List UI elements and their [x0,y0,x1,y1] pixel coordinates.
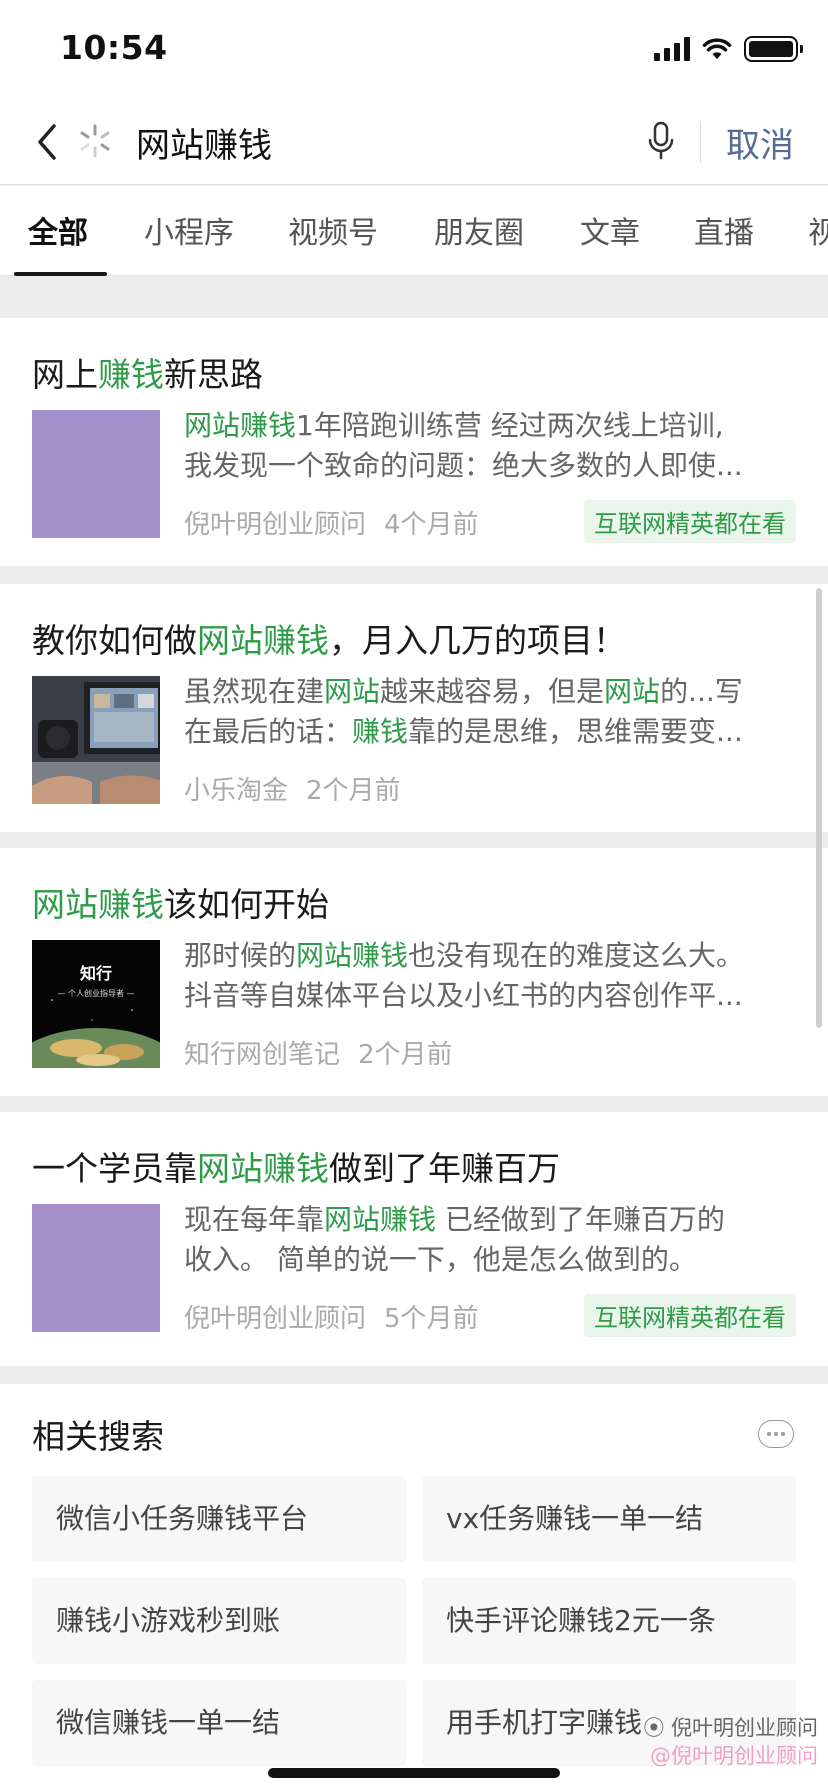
tab-all[interactable]: 全部 [28,208,88,252]
result-snippet: 现在每年靠网站赚钱 已经做到了年赚百万的 收入。 简单的说一下，他是怎么做到的。 [184,1203,725,1276]
tab-live[interactable]: 直播 [694,208,754,252]
related-searches-title: 相关搜索 [32,1417,164,1456]
result-thumbnail [32,410,160,538]
zhixing-cover-thumbnail: 知行 — 个人创业指导者 — [32,940,160,1068]
watermark-account: ⦿ 倪叶明创业顾问 [643,1716,818,1740]
tab-mini-programs[interactable]: 小程序 [144,208,234,252]
back-arrow-icon[interactable] [28,120,68,164]
thumbnail-subtitle: — 个人创业指导者 — [57,989,135,998]
result-meta: 小乐淘金 2个月前 [184,770,401,807]
search-results-screen: 10:54 网站赚钱 取消 全部 小程序 视频号 朋友圈 文章 直播 视 网上赚… [0,0,828,1792]
result-title: 教你如何做网站赚钱，月入几万的项目！ [32,621,626,660]
search-input[interactable]: 网站赚钱 [136,118,272,167]
tab-moments[interactable]: 朋友圈 [434,208,524,252]
header-divider [700,122,701,162]
thumbnail-title: 知行 [79,964,112,983]
result-card[interactable]: 一个学员靠网站赚钱做到了年赚百万 现在每年靠网站赚钱 已经做到了年赚百万的 收入… [0,1112,828,1366]
status-icons [654,36,803,62]
wechat-logo-icon: ⦿ [643,1716,671,1740]
filter-tabs: 全部 小程序 视频号 朋友圈 文章 直播 视 [0,186,828,276]
result-card[interactable]: 网上赚钱新思路 网站赚钱1年陪跑训练营 经过两次线上培训, 我发现一个致命的问题… [0,318,828,566]
result-snippet: 那时候的网站赚钱也没有现在的难度这么大。 抖音等自媒体平台以及小红书的内容创作平… [184,939,745,1012]
status-time: 10:54 [60,28,168,67]
loading-spinner-icon [80,124,110,158]
wifi-icon [702,38,732,59]
result-source: 倪叶明创业顾问 [184,510,367,540]
tab-channels[interactable]: 视频号 [288,208,378,252]
status-bar: 10:54 [0,0,828,100]
related-search-chip[interactable]: 微信赚钱一单一结 [32,1680,406,1766]
home-indicator[interactable] [268,1768,560,1778]
result-title: 网上赚钱新思路 [32,355,263,394]
result-time: 4个月前 [384,510,479,540]
related-search-chip[interactable]: 微信小任务赚钱平台 [32,1476,406,1562]
related-search-chip[interactable]: 赚钱小游戏秒到账 [32,1578,406,1664]
cancel-button[interactable]: 取消 [726,118,794,167]
result-title: 一个学员靠网站赚钱做到了年赚百万 [32,1149,560,1188]
result-meta: 知行网创笔记 2个月前 [184,1034,453,1071]
scrollbar[interactable] [816,588,822,1028]
result-thumbnail [32,1204,160,1332]
related-search-chip[interactable]: 快手评论赚钱2元一条 [422,1578,796,1664]
result-source: 知行网创笔记 [184,1040,341,1070]
result-snippet: 网站赚钱1年陪跑训练营 经过两次线上培训, 我发现一个致命的问题：绝大多数的人即… [184,409,743,482]
cellular-signal-icon [654,37,690,61]
result-card[interactable]: 教你如何做网站赚钱，月入几万的项目！ 虽然现在建网站越来越容易，但是网站的...… [0,584,828,832]
tab-articles[interactable]: 文章 [580,208,640,252]
more-options-icon[interactable] [758,1420,794,1448]
active-tab-indicator [14,272,107,276]
result-time: 2个月前 [358,1040,453,1070]
result-time: 2个月前 [306,776,401,806]
search-header: 网站赚钱 取消 [0,100,828,185]
result-snippet: 虽然现在建网站越来越容易，但是网站的...写 在最后的话：赚钱靠的是思维，思维需… [184,675,743,748]
watermark-handle: @倪叶明创业顾问 [650,1744,818,1768]
battery-icon [744,36,803,62]
result-source: 小乐淘金 [184,776,289,806]
result-meta: 倪叶明创业顾问 4个月前 [184,504,479,541]
result-meta: 倪叶明创业顾问 5个月前 [184,1298,479,1335]
related-search-chip[interactable]: vx任务赚钱一单一结 [422,1476,796,1562]
microphone-icon[interactable] [646,120,676,162]
result-source: 倪叶明创业顾问 [184,1304,367,1334]
result-title: 网站赚钱该如何开始 [32,885,329,924]
laptop-photo-thumbnail [32,676,160,804]
popular-badge: 互联网精英都在看 [584,500,796,543]
tab-video-partial[interactable]: 视 [808,208,828,252]
popular-badge: 互联网精英都在看 [584,1294,796,1337]
result-card[interactable]: 网站赚钱该如何开始 知行 — 个人创业指导者 — 那时候的网站赚钱也没有现在的难… [0,848,828,1096]
result-time: 5个月前 [384,1304,479,1334]
